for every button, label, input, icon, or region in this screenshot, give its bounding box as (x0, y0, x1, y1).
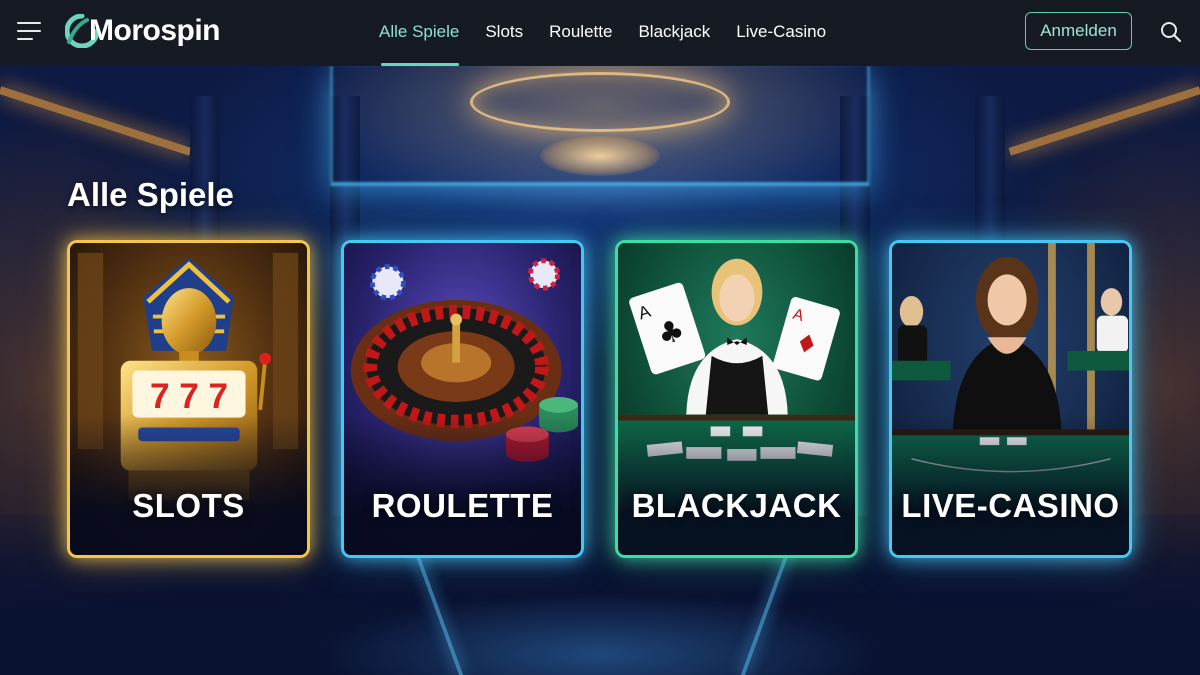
svg-text:7: 7 (208, 377, 228, 416)
card-roulette[interactable]: ROULETTE (341, 240, 584, 558)
login-button[interactable]: Anmelden (1025, 12, 1132, 50)
game-category-cards: 7 7 7 SLOTS ROULETTE A ♣ A ♦ BLACKJACK L… (67, 240, 1133, 560)
card-blackjack[interactable]: A ♣ A ♦ BLACKJACK (615, 240, 858, 558)
light-beam (0, 86, 192, 156)
nav-item-slots[interactable]: Slots (472, 0, 536, 66)
brand-name: Morospin (89, 14, 221, 47)
menu-icon[interactable] (17, 22, 41, 42)
main-nav: Alle Spiele Slots Roulette Blackjack Liv… (366, 0, 839, 66)
svg-text:7: 7 (150, 377, 170, 416)
search-icon[interactable] (1160, 21, 1182, 43)
top-header: Morospin Alle Spiele Slots Roulette Blac… (0, 0, 1200, 66)
chandelier (470, 72, 730, 132)
card-label: BLACKJACK (631, 487, 842, 524)
light-beam (1008, 86, 1200, 156)
card-live-casino[interactable]: LIVE-CASINO (889, 240, 1132, 558)
nav-item-roulette[interactable]: Roulette (536, 0, 625, 66)
nav-item-alle-spiele[interactable]: Alle Spiele (366, 0, 472, 66)
nav-item-live-casino[interactable]: Live-Casino (723, 0, 839, 66)
card-label: ROULETTE (371, 487, 554, 524)
card-label: SLOTS (132, 487, 245, 524)
card-label: LIVE-CASINO (901, 487, 1120, 524)
brand-logo[interactable]: Morospin (65, 13, 221, 49)
page-title: Alle Spiele (67, 176, 234, 213)
card-slots[interactable]: 7 7 7 SLOTS (67, 240, 310, 558)
chandelier-light (540, 136, 660, 176)
nav-item-blackjack[interactable]: Blackjack (625, 0, 723, 66)
svg-text:7: 7 (179, 377, 199, 416)
